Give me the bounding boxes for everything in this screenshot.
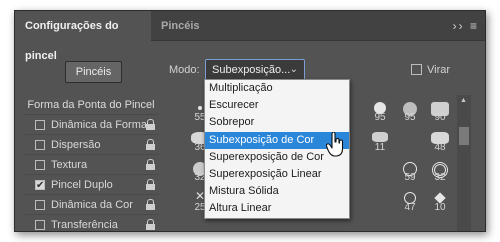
checkbox[interactable] [35, 220, 45, 230]
brush-preset[interactable]: 48 [425, 127, 455, 153]
flip-checkbox[interactable]: Virar [411, 64, 450, 76]
preset-scrollbar[interactable]: ▲ [457, 95, 471, 231]
checkbox[interactable] [35, 120, 45, 130]
checkbox[interactable] [35, 200, 45, 210]
sidebar-item-label: Pincel Duplo [51, 179, 113, 191]
menu-item-darken[interactable]: Escurecer [205, 97, 349, 114]
lock-icon[interactable] [146, 179, 155, 190]
sidebar-item-color-dynamics[interactable]: Dinâmica da Cor [23, 195, 159, 215]
brush-size: 32 [434, 172, 446, 183]
hand-cursor-icon [326, 132, 344, 157]
menu-item-linear-height[interactable]: Altura Linear [205, 200, 349, 217]
sidebar-item-transfer[interactable]: Transferência [23, 215, 159, 231]
checkbox[interactable] [35, 140, 45, 150]
checkbox[interactable] [35, 160, 45, 170]
sidebar-item-dual-brush[interactable]: Pincel Duplo [23, 175, 159, 196]
brush-preset[interactable]: 32 [425, 157, 455, 183]
sidebar-item-label: Dispersão [51, 139, 101, 151]
brush-options-list: Forma da Ponta do Pincel Dinâmica da For… [23, 95, 159, 231]
scroll-up-icon[interactable]: ▲ [460, 97, 467, 104]
brush-preset[interactable]: 90 [425, 97, 455, 123]
brush-preset[interactable]: 59 [395, 157, 425, 183]
sidebar-item-label: Dinâmica da Cor [51, 199, 133, 211]
lock-icon[interactable] [146, 199, 155, 210]
lock-icon[interactable] [146, 159, 155, 170]
brush-size: 59 [404, 172, 416, 183]
brush-tip-icon [198, 106, 202, 110]
brush-tip-icon [372, 132, 388, 142]
sidebar-item-label: Textura [51, 159, 88, 171]
lock-icon[interactable] [146, 139, 155, 150]
brush-size: 90 [434, 112, 446, 123]
brush-preset[interactable]: 10 [425, 187, 455, 213]
sidebar-item-texture[interactable]: Textura [23, 155, 159, 175]
brush-size: 95 [374, 112, 386, 123]
brush-preset[interactable]: 47 [395, 187, 425, 213]
brush-preset[interactable]: 11 [365, 127, 395, 153]
tab-bar: Configurações do pincel Pincéis ›› ≡ [15, 11, 485, 62]
lock-icon[interactable] [146, 219, 155, 230]
flip-label: Virar [427, 64, 451, 76]
sidebar-item-shape-dynamics[interactable]: Dinâmica da Forma [23, 115, 159, 135]
mode-select[interactable]: Subexposição... ⌄ [205, 59, 305, 81]
brush-size: 11 [374, 142, 386, 153]
brush-size: 48 [434, 142, 446, 153]
brush-tip-shape-item[interactable]: Forma da Ponta do Pincel [23, 95, 159, 115]
sidebar-item-scattering[interactable]: Dispersão [23, 135, 159, 155]
checkbox-checked[interactable] [35, 176, 45, 196]
scroll-thumb[interactable] [459, 127, 469, 145]
checkbox-icon [411, 64, 422, 75]
menu-item-hard-mix[interactable]: Mistura Sólida [205, 183, 349, 200]
sidebar-item-label: Transferência [51, 219, 118, 231]
menu-item-overlay[interactable]: Sobrepor [205, 114, 349, 131]
mode-selected-value: Subexposição... [212, 64, 291, 76]
tab-brushes[interactable]: Pincéis [151, 11, 210, 41]
panel-menu-icons[interactable]: ›› ≡ [453, 19, 479, 33]
brushes-button[interactable]: Pincéis [65, 61, 122, 83]
tab-brush-settings[interactable]: Configurações do pincel [15, 11, 151, 62]
brush-size: 95 [404, 112, 416, 123]
menu-item-multiply[interactable]: Multiplicação [205, 80, 349, 97]
brush-size: 10 [434, 202, 446, 213]
menu-item-linear-dodge[interactable]: Superexposição Linear [205, 166, 349, 183]
mode-label: Modo: [169, 64, 200, 76]
chevron-down-icon: ⌄ [289, 64, 298, 75]
lock-icon[interactable] [146, 119, 155, 130]
brush-preset[interactable]: 95 [365, 97, 395, 123]
brush-preset[interactable]: 95 [395, 97, 425, 123]
brush-size: 47 [404, 202, 416, 213]
sidebar-item-label: Dinâmica da Forma [51, 119, 147, 131]
